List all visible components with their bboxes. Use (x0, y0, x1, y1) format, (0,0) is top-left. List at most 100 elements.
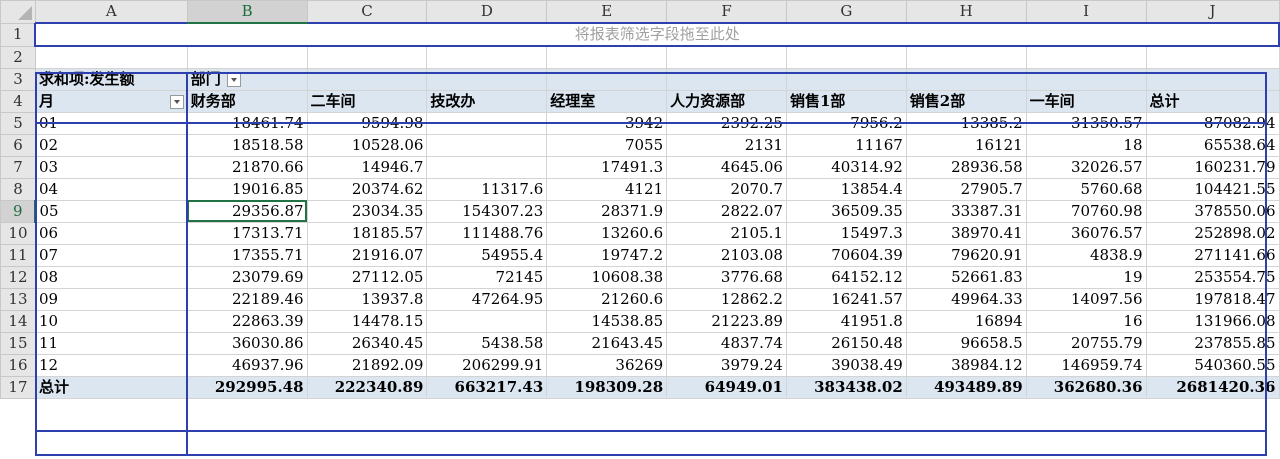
pivot-value-cell[interactable]: 33387.31 (905, 199, 1027, 223)
column-header-j[interactable]: J (1145, 0, 1280, 24)
pivot-value-cell[interactable]: 21643.45 (546, 331, 668, 355)
row-header-13[interactable]: 13 (0, 287, 36, 311)
pivot-value-cell[interactable]: 36030.86 (186, 331, 308, 355)
pivot-value-cell[interactable]: 47264.95 (426, 287, 548, 311)
pivot-column-header[interactable]: 经理室 (546, 89, 668, 113)
pivot-column-header[interactable]: 销售1部 (785, 89, 907, 113)
pivot-value-cell[interactable]: 26150.48 (785, 331, 907, 355)
pivot-value-cell[interactable]: 18 (1025, 133, 1147, 157)
pivot-row-label[interactable]: 11 (34, 331, 188, 355)
column-filter-dropdown-icon[interactable] (226, 72, 241, 87)
pivot-value-cell[interactable]: 2822.07 (666, 199, 787, 223)
row-header-14[interactable]: 14 (0, 309, 36, 333)
pivot-value-cell[interactable]: 36269 (546, 353, 668, 377)
pivot-grand-total-cell[interactable]: 663217.43 (426, 375, 548, 399)
row-header-2[interactable]: 2 (0, 45, 36, 69)
pivot-value-cell[interactable]: 13937.8 (306, 287, 428, 311)
pivot-value-cell[interactable]: 70760.98 (1025, 199, 1147, 223)
pivot-value-cell[interactable]: 4837.74 (666, 331, 787, 355)
pivot-value-cell[interactable]: 21916.07 (306, 243, 428, 267)
pivot-value-cell[interactable]: 21223.89 (666, 309, 787, 333)
pivot-row-label[interactable]: 08 (34, 265, 188, 289)
pivot-row-label[interactable]: 05 (34, 199, 188, 223)
pivot-value-cell[interactable]: 197818.47 (1145, 287, 1280, 311)
pivot-value-cell[interactable]: 271141.66 (1145, 243, 1280, 267)
cell-j2[interactable] (1145, 45, 1280, 69)
pivot-value-cell[interactable]: 2070.7 (666, 177, 787, 201)
pivot-value-cell[interactable]: 3979.24 (666, 353, 787, 377)
pivot-value-cell[interactable]: 38984.12 (905, 353, 1027, 377)
cell-a2[interactable] (34, 45, 188, 69)
pivot-value-cell[interactable]: 111488.76 (426, 221, 548, 245)
row-header-12[interactable]: 12 (0, 265, 36, 289)
pivot-value-cell[interactable]: 237855.85 (1145, 331, 1280, 355)
pivot-value-cell[interactable]: 4838.9 (1025, 243, 1147, 267)
row-header-5[interactable]: 5 (0, 111, 36, 135)
pivot-value-cell[interactable]: 5760.68 (1025, 177, 1147, 201)
pivot-value-cell[interactable]: 18461.74 (186, 111, 308, 135)
row-header-17[interactable]: 17 (0, 375, 36, 399)
pivot-value-cell[interactable]: 14097.56 (1025, 287, 1147, 311)
pivot-value-cell[interactable]: 19016.85 (186, 177, 308, 201)
pivot-value-field-label[interactable]: 求和项:发生额 (34, 67, 188, 91)
pivot-value-cell[interactable]: 10608.38 (546, 265, 668, 289)
pivot-value-cell[interactable]: 18185.57 (306, 221, 428, 245)
pivot-value-cell[interactable]: 4121 (546, 177, 668, 201)
pivot-value-cell[interactable]: 18518.58 (186, 133, 308, 157)
column-header-b[interactable]: B (186, 0, 308, 24)
column-header-h[interactable]: H (905, 0, 1027, 24)
pivot-value-cell[interactable]: 87082.94 (1145, 111, 1280, 135)
pivot-value-cell[interactable]: 40314.92 (785, 155, 907, 179)
pivot-value-cell[interactable]: 70604.39 (785, 243, 907, 267)
pivot-value-cell[interactable]: 16 (1025, 309, 1147, 333)
column-header-e[interactable]: E (546, 0, 668, 24)
pivot-column-header[interactable]: 技改办 (426, 89, 548, 113)
pivot-grand-total-cell[interactable]: 222340.89 (306, 375, 428, 399)
pivot-value-cell[interactable]: 13854.4 (785, 177, 907, 201)
pivot-value-cell[interactable]: 54955.4 (426, 243, 548, 267)
pivot-grand-total-label[interactable]: 总计 (34, 375, 188, 399)
pivot-value-cell[interactable] (426, 111, 548, 135)
pivot-value-cell[interactable]: 3776.68 (666, 265, 787, 289)
cell-f2[interactable] (666, 45, 787, 69)
pivot-row-label[interactable]: 07 (34, 243, 188, 267)
pivot-value-cell[interactable]: 49964.33 (905, 287, 1027, 311)
pivot-value-cell[interactable]: 17355.71 (186, 243, 308, 267)
pivot-value-cell[interactable]: 17313.71 (186, 221, 308, 245)
row-header-16[interactable]: 16 (0, 353, 36, 377)
pivot-value-cell[interactable]: 32026.57 (1025, 155, 1147, 179)
pivot-row-label[interactable]: 02 (34, 133, 188, 157)
column-header-a[interactable]: A (34, 0, 188, 24)
pivot-value-cell[interactable]: 19747.2 (546, 243, 668, 267)
pivot-row-label[interactable]: 03 (34, 155, 188, 179)
pivot-value-cell[interactable]: 21892.09 (306, 353, 428, 377)
pivot-value-cell[interactable] (426, 155, 548, 179)
row-header-7[interactable]: 7 (0, 155, 36, 179)
pivot-value-cell[interactable]: 22863.39 (186, 309, 308, 333)
cell-g2[interactable] (785, 45, 907, 69)
pivot-value-cell[interactable]: 17491.3 (546, 155, 668, 179)
row-header-4[interactable]: 4 (0, 89, 36, 113)
pivot-value-cell[interactable]: 31350.57 (1025, 111, 1147, 135)
pivot-grand-total-cell[interactable]: 64949.01 (666, 375, 787, 399)
pivot-value-cell[interactable]: 19 (1025, 265, 1147, 289)
pivot-value-cell[interactable]: 38970.41 (905, 221, 1027, 245)
pivot-value-cell[interactable]: 21870.66 (186, 155, 308, 179)
row-header-15[interactable]: 15 (0, 331, 36, 355)
pivot-value-cell[interactable] (426, 133, 548, 157)
pivot-value-cell[interactable]: 131966.08 (1145, 309, 1280, 333)
row-header-10[interactable]: 10 (0, 221, 36, 245)
pivot-value-cell[interactable]: 26340.45 (306, 331, 428, 355)
row-header-8[interactable]: 8 (0, 177, 36, 201)
pivot-grand-total-cell[interactable]: 292995.48 (186, 375, 308, 399)
pivot-value-cell[interactable]: 378550.06 (1145, 199, 1280, 223)
pivot-value-cell[interactable]: 104421.55 (1145, 177, 1280, 201)
report-filter-drop-zone[interactable]: 将报表筛选字段拖至此处 (34, 22, 1280, 47)
pivot-value-cell[interactable]: 28371.9 (546, 199, 668, 223)
pivot-value-cell[interactable]: 72145 (426, 265, 548, 289)
pivot-value-cell[interactable]: 160231.79 (1145, 155, 1280, 179)
pivot-value-cell[interactable]: 22189.46 (186, 287, 308, 311)
pivot-value-cell[interactable]: 64152.12 (785, 265, 907, 289)
pivot-value-cell[interactable]: 79620.91 (905, 243, 1027, 267)
pivot-value-cell[interactable]: 20755.79 (1025, 331, 1147, 355)
